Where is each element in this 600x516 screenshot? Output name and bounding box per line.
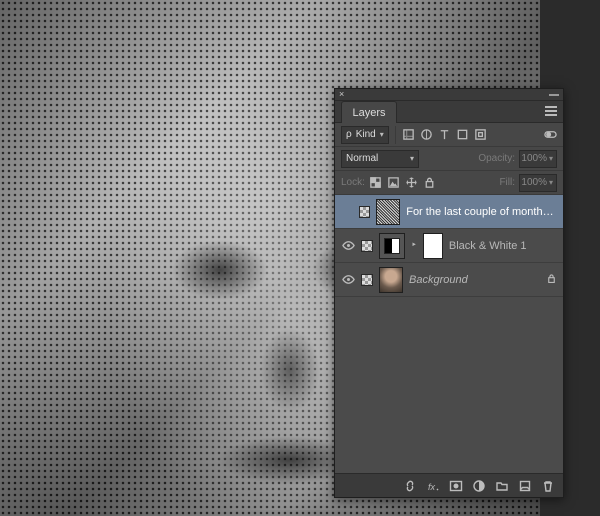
- blend-row: Normal ▾ Opacity: 100% ▾: [335, 147, 563, 171]
- panel-footer: fx: [335, 473, 563, 497]
- visibility-toggle[interactable]: [341, 239, 355, 252]
- filter-toggle-icon[interactable]: [543, 128, 557, 142]
- layer-effects-button[interactable]: fx: [425, 478, 440, 493]
- eye-icon: [342, 273, 355, 286]
- lock-transparent-icon[interactable]: [369, 176, 383, 190]
- filter-kind-label: Kind: [356, 129, 376, 140]
- chevron-down-icon: ▾: [380, 130, 384, 139]
- lock-label: Lock:: [341, 177, 365, 188]
- filter-kind-prefix: ρ: [346, 129, 352, 140]
- blend-mode-value: Normal: [346, 153, 378, 164]
- filter-shape-icon[interactable]: [456, 128, 470, 142]
- link-layers-button[interactable]: [402, 478, 417, 493]
- panel-top-strip: ×: [335, 89, 563, 101]
- panel-tab-bar: Layers: [335, 101, 563, 123]
- layer-mask-thumbnail[interactable]: [423, 233, 443, 259]
- chevron-down-icon: ▾: [410, 154, 414, 163]
- svg-text:fx: fx: [428, 482, 436, 492]
- tab-layers-label: Layers: [352, 107, 385, 119]
- new-group-button[interactable]: [494, 478, 509, 493]
- fill-input[interactable]: 100% ▾: [519, 174, 557, 192]
- workspace: × Layers ρ Kind ▾: [0, 0, 600, 516]
- hamburger-icon: [545, 110, 557, 112]
- opacity-input[interactable]: 100% ▾: [519, 150, 557, 168]
- blend-mode-select[interactable]: Normal ▾: [341, 150, 419, 168]
- layer-name[interactable]: For the last couple of months, Se...: [406, 206, 557, 218]
- link-well[interactable]: [361, 240, 373, 252]
- layer-row[interactable]: Background: [335, 263, 563, 297]
- mask-link-icon[interactable]: ‣: [411, 240, 417, 251]
- filter-type-icon[interactable]: [438, 128, 452, 142]
- layers-panel: × Layers ρ Kind ▾: [334, 88, 564, 498]
- filter-smartobject-icon[interactable]: [474, 128, 488, 142]
- layer-row[interactable]: For the last couple of months, Se...: [335, 195, 563, 229]
- filter-kind-select[interactable]: ρ Kind ▾: [341, 126, 389, 144]
- opacity-value: 100%: [521, 153, 547, 164]
- add-mask-button[interactable]: [448, 478, 463, 493]
- layer-list: For the last couple of months, Se... ‣ B…: [335, 195, 563, 473]
- chevron-down-icon: ▾: [549, 178, 553, 187]
- divider: [395, 126, 396, 144]
- bw-adjustment-icon: [384, 238, 400, 254]
- adjustment-thumbnail[interactable]: [379, 233, 405, 259]
- lock-image-icon[interactable]: [387, 176, 401, 190]
- close-panel-icon[interactable]: ×: [339, 90, 344, 99]
- new-layer-button[interactable]: [517, 478, 532, 493]
- opacity-label: Opacity:: [478, 153, 515, 164]
- panel-menu-button[interactable]: [545, 105, 559, 117]
- delete-layer-button[interactable]: [540, 478, 555, 493]
- layer-filter-row: ρ Kind ▾: [335, 123, 563, 147]
- fill-value: 100%: [521, 177, 547, 188]
- visibility-toggle[interactable]: [341, 273, 355, 286]
- eye-icon: [342, 239, 355, 252]
- chevron-down-icon: ▾: [549, 154, 553, 163]
- lock-row: Lock: Fill: 100% ▾: [335, 171, 563, 195]
- layer-row[interactable]: ‣ Black & White 1: [335, 229, 563, 263]
- fill-label: Fill:: [499, 177, 515, 188]
- collapse-panel-icon[interactable]: [549, 94, 559, 96]
- layer-thumbnail[interactable]: [379, 267, 403, 293]
- lock-all-icon[interactable]: [423, 176, 437, 190]
- lock-icon: [546, 273, 557, 287]
- layer-name[interactable]: Background: [409, 274, 540, 286]
- lock-position-icon[interactable]: [405, 176, 419, 190]
- layer-thumbnail[interactable]: [376, 199, 400, 225]
- layer-name[interactable]: Black & White 1: [449, 240, 557, 252]
- filter-pixel-icon[interactable]: [402, 128, 416, 142]
- new-adjustment-button[interactable]: [471, 478, 486, 493]
- filter-adjustment-icon[interactable]: [420, 128, 434, 142]
- tab-layers[interactable]: Layers: [341, 101, 397, 123]
- link-well[interactable]: [359, 206, 370, 218]
- link-well[interactable]: [361, 274, 373, 286]
